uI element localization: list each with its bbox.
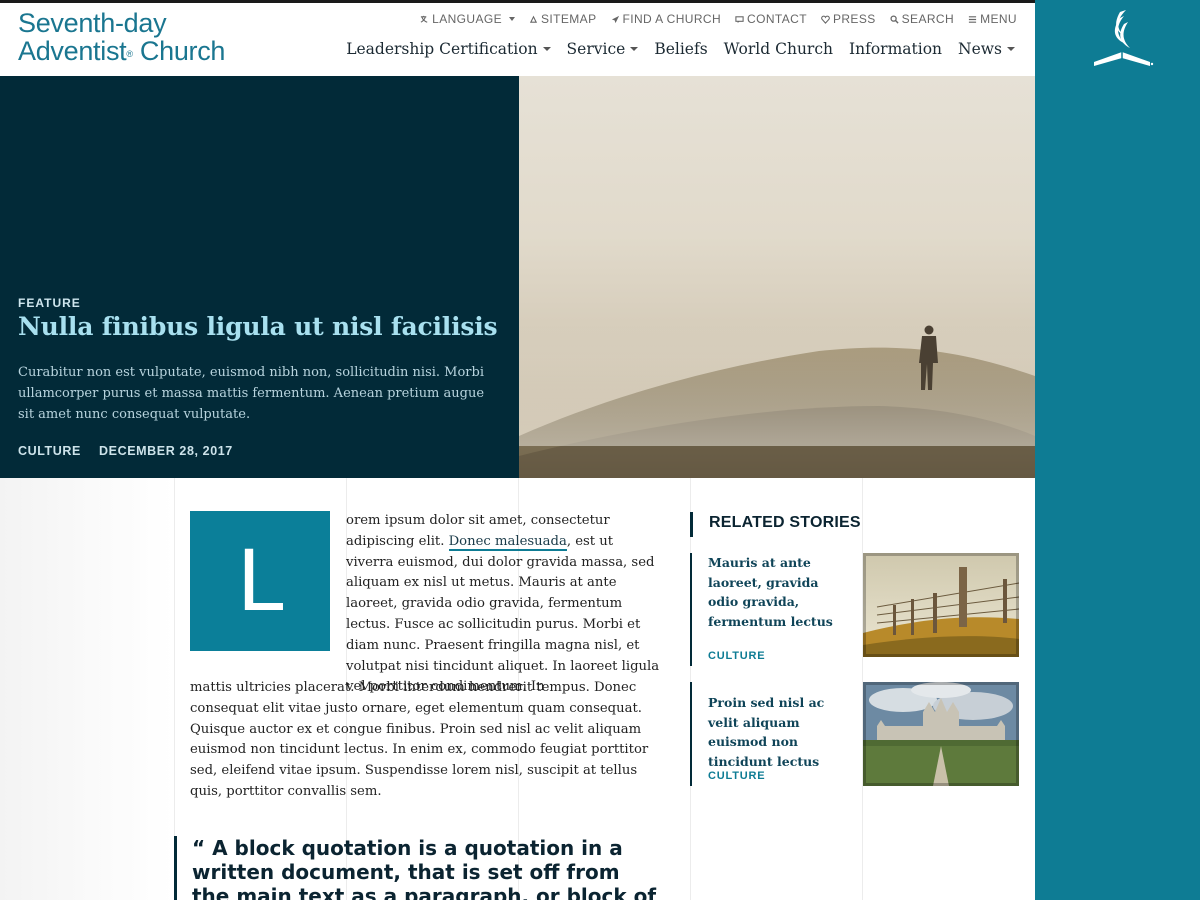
left-gutter: [0, 478, 175, 900]
chevron-down-icon: [542, 47, 551, 51]
chevron-down-icon: [1007, 47, 1015, 51]
story-category[interactable]: CULTURE: [708, 650, 765, 662]
brand-rail: [1035, 0, 1200, 900]
related-heading: RELATED STORIES: [709, 514, 861, 531]
story-bar: [690, 682, 692, 786]
article-paragraph-bottom: mattis ultricies placerat. Morbi interdu…: [190, 680, 649, 799]
article-paragraph-top: orem ipsum dolor sit amet, consectetur a…: [346, 513, 660, 695]
hero-image: [519, 76, 1035, 478]
utility-menu[interactable]: MENU: [968, 12, 1017, 26]
chateau-photo: [863, 682, 1019, 786]
nav-beliefs[interactable]: Beliefs: [646, 40, 715, 58]
brand-logotype[interactable]: Seventh-day Adventist® Church: [18, 9, 225, 65]
site-header: Seventh-day Adventist® Church LANGUAGE S…: [0, 3, 1035, 76]
story-title[interactable]: Mauris at ante laoreet, gravida odio gra…: [708, 553, 848, 631]
hero-date: DECEMBER 28, 2017: [99, 444, 233, 458]
related-story[interactable]: Proin sed nisl ac velit aliquam euismod …: [690, 682, 1020, 786]
nav-world-church[interactable]: World Church: [716, 40, 841, 58]
inline-link[interactable]: Donec malesuada: [448, 533, 567, 551]
story-title[interactable]: Proin sed nisl ac velit aliquam euismod …: [708, 693, 848, 771]
hero-kicker: FEATURE: [18, 296, 81, 310]
press-icon: [821, 15, 830, 24]
utility-press[interactable]: PRESS: [821, 12, 876, 26]
nav-service[interactable]: Service: [559, 40, 647, 58]
hero-text-panel: FEATURE Nulla finibus ligula ut nisl fac…: [0, 76, 519, 478]
menu-icon: [968, 15, 977, 23]
utility-search[interactable]: SEARCH: [890, 12, 954, 26]
story-thumbnail[interactable]: [863, 553, 1019, 657]
chevron-down-icon: [630, 47, 639, 51]
related-story[interactable]: Mauris at ante laoreet, gravida odio gra…: [690, 553, 1020, 666]
hero-category[interactable]: CULTURE: [18, 444, 81, 458]
nav-news[interactable]: News: [950, 40, 1015, 58]
related-heading-bar: [690, 512, 693, 537]
search-icon: [890, 14, 899, 24]
chat-icon: [735, 15, 744, 23]
story-category[interactable]: CULTURE: [708, 770, 765, 782]
utility-find-church[interactable]: FIND A CHURCH: [611, 12, 722, 26]
blockquote: “ A block quotation is a quotation in a …: [192, 836, 657, 900]
church-logo-icon[interactable]: [1090, 8, 1154, 70]
utility-sitemap[interactable]: SITEMAP: [529, 12, 596, 26]
nav-leadership-certification[interactable]: Leadership Certification: [338, 40, 558, 58]
foggy-hill-photo: [519, 325, 1035, 478]
chevron-down-icon: [509, 17, 516, 21]
utility-contact[interactable]: CONTACT: [735, 12, 807, 26]
location-icon: [611, 15, 619, 23]
brand-line-2: Adventist® Church: [18, 36, 226, 66]
brand-line-1: Seventh-day: [18, 8, 167, 38]
drop-cap: L: [190, 511, 330, 651]
story-bar: [690, 553, 692, 666]
sitemap-icon: [529, 15, 538, 23]
story-thumbnail[interactable]: [863, 682, 1019, 786]
utility-nav: LANGUAGE SITEMAP FIND A CHURCH CONTACT P…: [420, 12, 1017, 26]
utility-language[interactable]: LANGUAGE: [420, 12, 516, 26]
fence-field-photo: [863, 553, 1019, 657]
language-icon: [420, 15, 428, 23]
main-nav: Leadership Certification Service Beliefs…: [338, 40, 1015, 58]
hero-deck: Curabitur non est vulputate, euismod nib…: [18, 365, 485, 422]
blockquote-bar: [174, 836, 177, 900]
hero-meta: CULTURE DECEMBER 28, 2017: [18, 444, 233, 458]
hero-title[interactable]: Nulla finibus ligula ut nisl facilisis: [18, 312, 498, 341]
nav-information[interactable]: Information: [841, 40, 950, 58]
